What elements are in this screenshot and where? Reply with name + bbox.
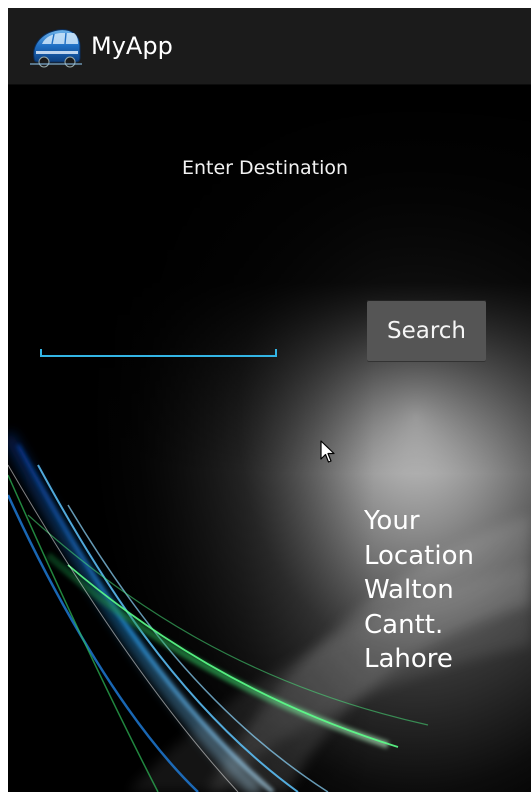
app-title: MyApp <box>91 32 173 60</box>
location-text: Your Location Walton Cantt. Lahore <box>364 504 524 677</box>
mouse-pointer-icon <box>320 440 335 463</box>
main-content: Enter Destination Search Your Location W… <box>8 85 531 792</box>
bus-icon[interactable] <box>28 24 84 68</box>
input-underline <box>40 355 277 357</box>
location-line: Lahore <box>364 644 453 674</box>
location-line: Walton <box>364 575 454 605</box>
destination-field[interactable] <box>40 313 277 357</box>
location-line: Location <box>364 540 474 571</box>
wallpaper-background <box>8 85 531 792</box>
action-bar: MyApp <box>8 8 531 85</box>
search-button[interactable]: Search <box>367 300 486 362</box>
destination-input[interactable] <box>40 313 275 353</box>
location-line: Your <box>364 506 420 536</box>
location-line: Cantt. <box>364 609 444 640</box>
app-screen: MyApp Enter Destination Search Your Loca… <box>8 8 531 792</box>
input-underline-right-tick <box>275 349 277 357</box>
destination-label: Enter Destination <box>182 157 349 179</box>
